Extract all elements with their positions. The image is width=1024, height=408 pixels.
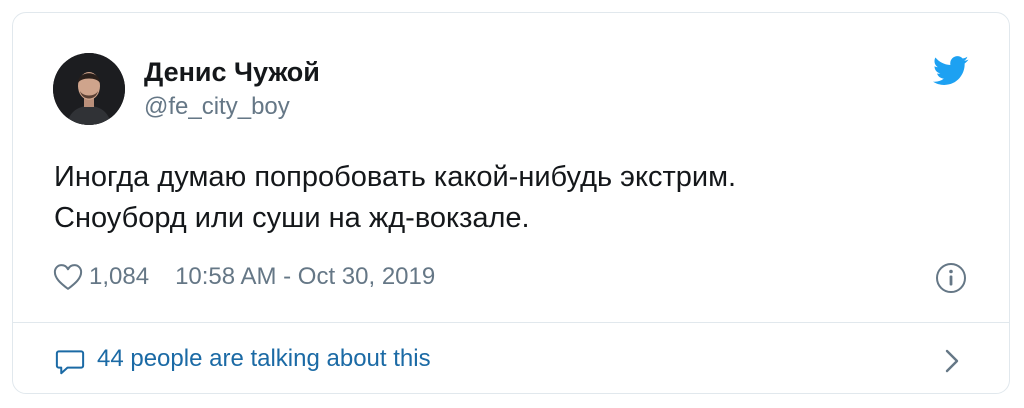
- twitter-bird-icon[interactable]: [933, 56, 969, 86]
- tweet-timestamp[interactable]: 10:58 AM - Oct 30, 2019: [175, 263, 435, 291]
- like-count: 1,084: [89, 263, 150, 290]
- info-icon[interactable]: [935, 262, 967, 294]
- speech-bubble-icon: [55, 350, 85, 375]
- embedded-tweet-card: Денис Чужой @fe_city_boy Иногда думаю по…: [12, 12, 1010, 394]
- chevron-right-icon: [945, 349, 959, 373]
- tweet-text-line: Иногда думаю попробовать какой-нибудь эк…: [54, 161, 737, 193]
- author-handle[interactable]: @fe_city_boy: [144, 93, 290, 121]
- author-display-name[interactable]: Денис Чужой: [144, 57, 320, 88]
- tweet-text: Иногда думаю попробовать какой-нибудь эк…: [54, 157, 954, 239]
- tweet-text-line: Сноуборд или суши на жд-вокзале.: [54, 202, 530, 234]
- tweet-meta: 1,084 10:58 AM - Oct 30, 2019: [53, 261, 435, 293]
- avatar[interactable]: [53, 53, 125, 125]
- like-button[interactable]: 1,084: [53, 263, 149, 291]
- heart-icon: [53, 264, 83, 290]
- conversation-link[interactable]: 44 people are talking about this: [13, 323, 1009, 393]
- conversation-count-text: 44 people are talking about this: [97, 345, 431, 372]
